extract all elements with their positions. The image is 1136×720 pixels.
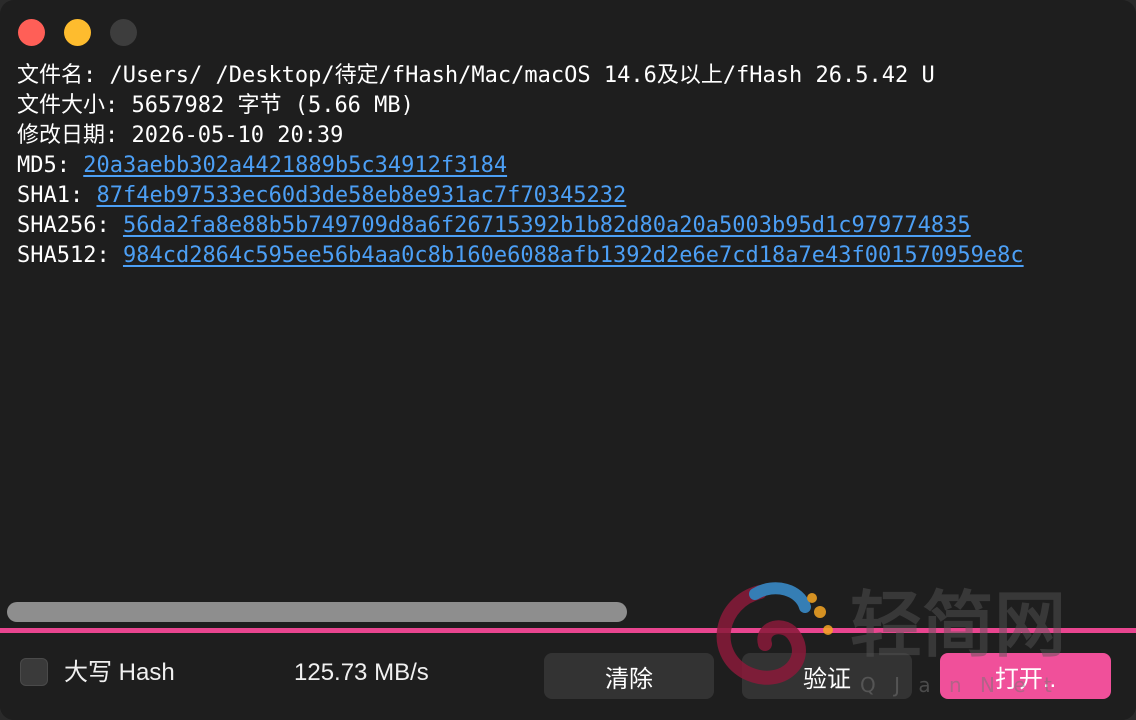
- hash-output-area[interactable]: 文件名: /Users/ /Desktop/待定/fHash/Mac/macOS…: [17, 61, 1136, 601]
- filesize-row: 文件大小: 5657982 字节 (5.66 MB): [17, 91, 1136, 121]
- md5-row: MD5: 20a3aebb302a4421889b5c34912f3184: [17, 151, 1136, 181]
- maximize-window-button[interactable]: [110, 19, 137, 46]
- sha512-label: SHA512:: [17, 243, 110, 268]
- clear-button[interactable]: 清除: [544, 653, 714, 699]
- sha1-link[interactable]: 87f4eb97533ec60d3de58eb8e931ac7f70345232: [96, 183, 626, 208]
- sha256-row: SHA256: 56da2fa8e88b5b749709d8a6f2671539…: [17, 211, 1136, 241]
- sha1-row: SHA1: 87f4eb97533ec60d3de58eb8e931ac7f70…: [17, 181, 1136, 211]
- sha256-label: SHA256:: [17, 213, 110, 238]
- verify-button[interactable]: 验证: [742, 653, 912, 699]
- minimize-window-button[interactable]: [64, 19, 91, 46]
- horizontal-scrollbar[interactable]: [0, 597, 1136, 627]
- uppercase-hash-label[interactable]: 大写 Hash: [64, 657, 175, 689]
- scrollbar-thumb[interactable]: [7, 602, 627, 622]
- sha256-link[interactable]: 56da2fa8e88b5b749709d8a6f26715392b1b82d8…: [123, 213, 971, 238]
- filename-row: 文件名: /Users/ /Desktop/待定/fHash/Mac/macOS…: [17, 61, 1136, 91]
- close-window-button[interactable]: [18, 19, 45, 46]
- filename-label: 文件名:: [17, 63, 97, 88]
- sha512-row: SHA512: 984cd2864c595ee56b4aa0c8b160e608…: [17, 241, 1136, 271]
- modified-date-value: 2026-05-10 20:39: [131, 123, 344, 148]
- filename-value: /Users/ /Desktop/待定/fHash/Mac/macOS 14.6…: [109, 63, 935, 88]
- uppercase-hash-checkbox[interactable]: [20, 658, 48, 686]
- speed-readout: 125.73 MB/s: [294, 659, 429, 686]
- md5-link[interactable]: 20a3aebb302a4421889b5c34912f3184: [83, 153, 507, 178]
- modified-date-row: 修改日期: 2026-05-10 20:39: [17, 121, 1136, 151]
- app-window: 文件名: /Users/ /Desktop/待定/fHash/Mac/macOS…: [0, 0, 1136, 720]
- sha1-label: SHA1:: [17, 183, 84, 208]
- md5-label: MD5:: [17, 153, 70, 178]
- open-button[interactable]: 打开..: [940, 653, 1111, 699]
- modified-date-label: 修改日期:: [17, 123, 119, 148]
- bottom-toolbar: 大写 Hash 125.73 MB/s 清除 验证 打开..: [0, 633, 1136, 720]
- filesize-label: 文件大小:: [17, 93, 119, 118]
- title-bar: [0, 0, 1136, 60]
- filesize-value: 5657982 字节 (5.66 MB): [131, 93, 414, 118]
- sha512-link[interactable]: 984cd2864c595ee56b4aa0c8b160e6088afb1392…: [123, 243, 1024, 268]
